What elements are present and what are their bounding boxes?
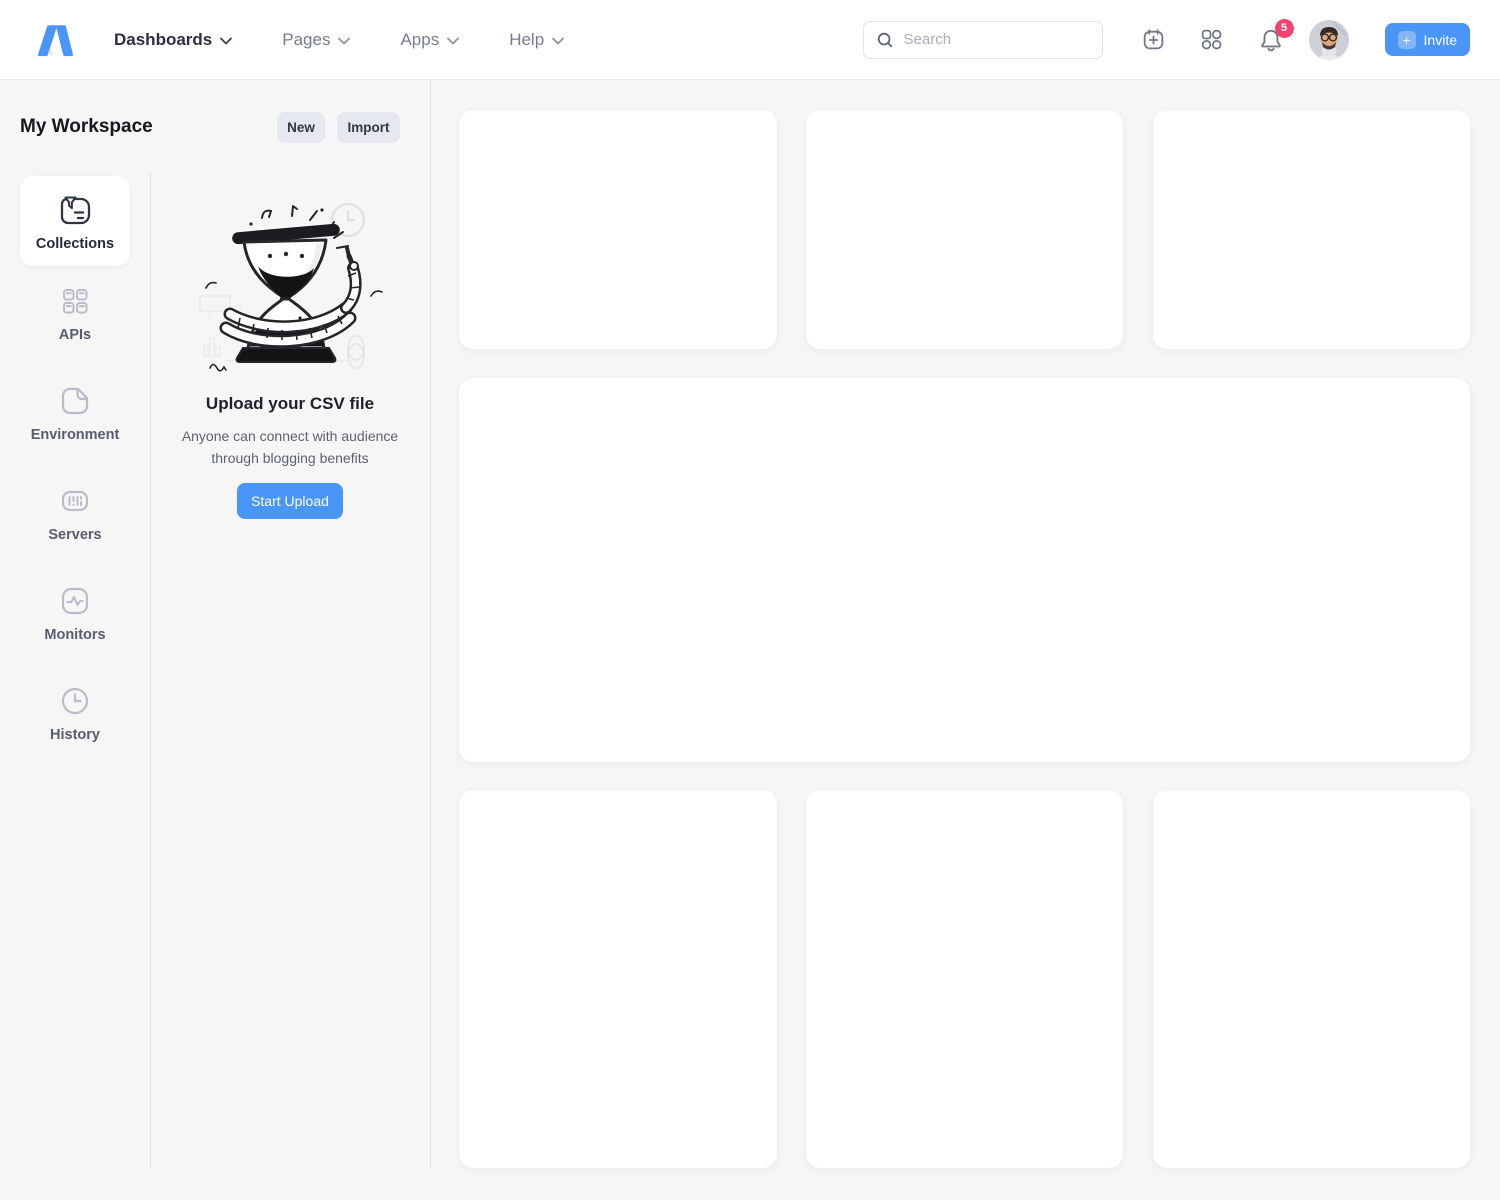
grid-apps-icon[interactable] <box>1199 27 1225 53</box>
brand-logo[interactable] <box>30 18 74 62</box>
new-button[interactable]: New <box>277 112 325 143</box>
user-avatar[interactable] <box>1309 20 1349 60</box>
dashboard-card-7 <box>1153 790 1470 1168</box>
collections-icon <box>55 191 95 231</box>
servers-icon <box>55 481 95 521</box>
monitors-icon <box>55 581 95 621</box>
invite-label: Invite <box>1424 32 1457 48</box>
search-icon <box>876 31 894 49</box>
nav-apps-label: Apps <box>400 30 439 50</box>
sidebar-item-apis[interactable]: APIs <box>20 281 130 343</box>
main-nav: Dashboards Pages Apps Help <box>114 30 564 50</box>
workspace-title: My Workspace <box>20 116 153 138</box>
chevron-down-icon <box>220 37 232 45</box>
sidebar-label-apis: APIs <box>59 327 91 343</box>
dashboard-card-5 <box>459 790 777 1168</box>
add-square-icon[interactable] <box>1141 27 1167 53</box>
nav-dashboards[interactable]: Dashboards <box>114 30 232 50</box>
dashboard-card-2 <box>806 110 1123 349</box>
dashboard-card-3 <box>1153 110 1470 349</box>
sidebar-label-history: History <box>50 727 100 743</box>
notification-badge: 5 <box>1275 19 1294 38</box>
apis-icon <box>55 281 95 321</box>
chevron-down-icon <box>552 37 564 45</box>
dashboard-card-6 <box>806 790 1123 1168</box>
nav-help-label: Help <box>509 30 544 50</box>
nav-pages[interactable]: Pages <box>282 30 350 50</box>
dashboard-card-wide <box>459 378 1470 762</box>
dashboard-card-1 <box>459 110 777 349</box>
history-icon <box>55 681 95 721</box>
nav-dashboards-label: Dashboards <box>114 30 212 50</box>
sidebar-item-collections[interactable]: Collections <box>20 176 130 266</box>
chevron-down-icon <box>338 37 350 45</box>
sidebar-item-history[interactable]: History <box>20 681 130 743</box>
nav-help[interactable]: Help <box>509 30 564 50</box>
plus-icon: + <box>1398 31 1416 49</box>
header-actions: 5 <box>863 20 1470 60</box>
sidebar-label-collections: Collections <box>36 236 114 252</box>
app-window: Dashboards Pages Apps Help <box>0 0 1500 1200</box>
top-navbar: Dashboards Pages Apps Help <box>0 0 1500 80</box>
sidebar-label-environment: Environment <box>31 427 120 443</box>
sidebar-label-servers: Servers <box>48 527 101 543</box>
import-button[interactable]: Import <box>337 112 400 143</box>
nav-apps[interactable]: Apps <box>400 30 459 50</box>
chevron-down-icon <box>447 37 459 45</box>
search-input[interactable] <box>904 31 1074 48</box>
environment-icon <box>55 381 95 421</box>
sidebar-item-monitors[interactable]: Monitors <box>20 581 130 643</box>
sidebar-label-monitors: Monitors <box>44 627 105 643</box>
invite-button[interactable]: + Invite <box>1385 23 1470 56</box>
start-upload-button[interactable]: Start Upload <box>237 483 343 519</box>
search-box[interactable] <box>863 21 1103 59</box>
hourglass-robot-illustration <box>196 196 386 391</box>
panel-divider <box>430 80 431 1168</box>
nav-pages-label: Pages <box>282 30 330 50</box>
sidebar-item-environment[interactable]: Environment <box>20 381 130 443</box>
upload-title: Upload your CSV file <box>150 394 430 414</box>
sidebar-item-servers[interactable]: Servers <box>20 481 130 543</box>
upload-description: Anyone can connect with audience through… <box>168 425 412 469</box>
sidebar-divider <box>150 172 151 1168</box>
notifications-button[interactable]: 5 <box>1257 26 1285 54</box>
